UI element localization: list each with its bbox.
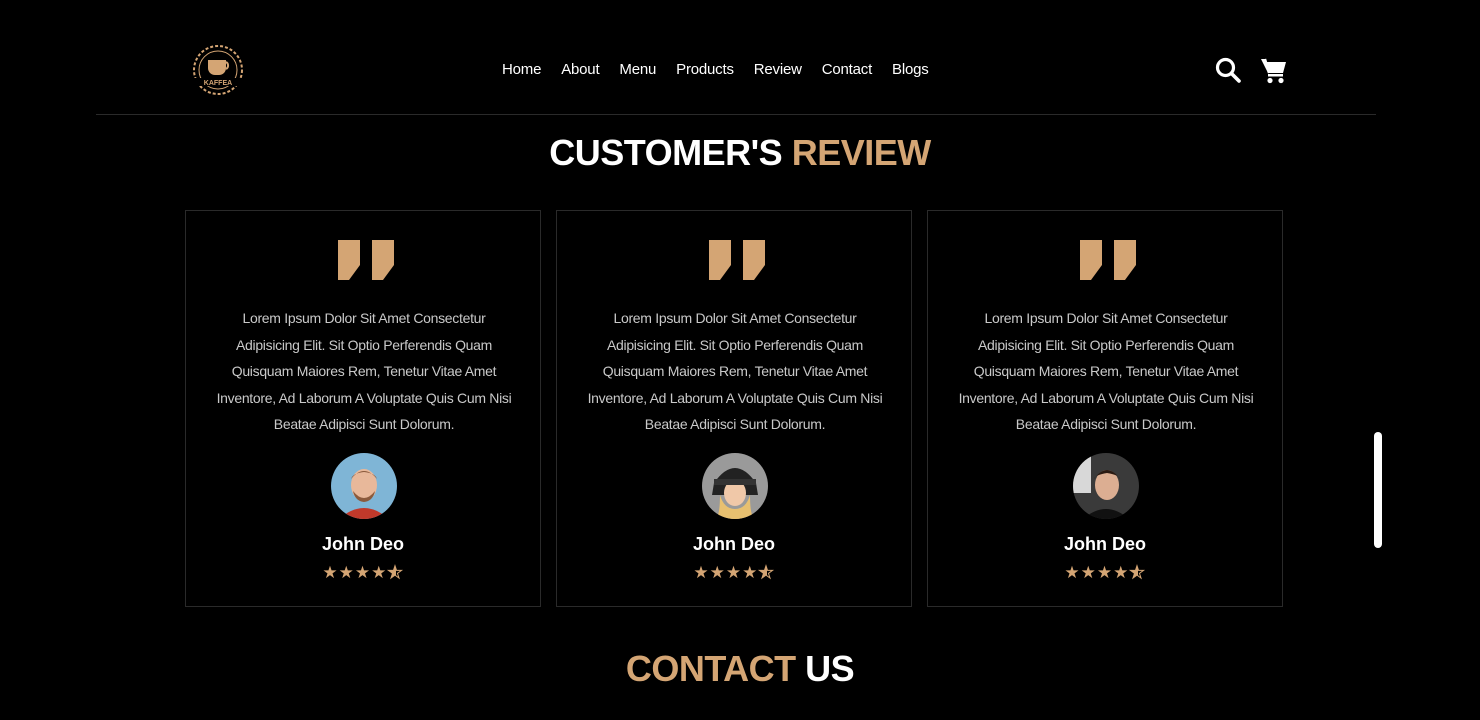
star-rating: ★★★★★★ <box>928 563 1282 583</box>
page: KAFFEA Home About Menu Products Review C… <box>0 0 1480 720</box>
nav-contact[interactable]: Contact <box>822 61 872 78</box>
contact-section-title: CONTACT US <box>0 648 1480 690</box>
star-rating: ★★★★★★ <box>186 563 540 583</box>
avatar <box>331 453 397 519</box>
review-title-part1: CUSTOMER'S <box>549 132 783 173</box>
review-card: Lorem Ipsum Dolor Sit Amet Consectetur A… <box>185 210 541 607</box>
quote-icon <box>338 240 394 280</box>
review-text: Lorem Ipsum Dolor Sit Amet Consectetur A… <box>216 310 512 432</box>
star-icon: ★ <box>1113 563 1130 582</box>
star-icon: ★ <box>709 563 726 582</box>
search-icon[interactable] <box>1214 56 1242 84</box>
cafe-logo[interactable]: KAFFEA <box>186 40 250 98</box>
star-half-icon: ★★ <box>387 563 404 583</box>
reviewer-name: John Deo <box>692 534 775 554</box>
star-icon: ★ <box>725 563 743 582</box>
star-icon: ★ <box>742 563 759 582</box>
nav-blogs[interactable]: Blogs <box>892 61 929 78</box>
star-icon: ★ <box>354 563 372 582</box>
nav-products[interactable]: Products <box>676 61 734 78</box>
star-icon: ★ <box>1096 563 1114 582</box>
quote-icon <box>1080 240 1136 280</box>
quote-icon <box>709 240 765 280</box>
review-card: Lorem Ipsum Dolor Sit Amet Consectetur A… <box>927 210 1283 607</box>
avatar <box>1073 453 1139 519</box>
header-icons <box>1214 56 1288 84</box>
reviewer-name: John Deo <box>1063 534 1146 554</box>
review-text: Lorem Ipsum Dolor Sit Amet Consectetur A… <box>958 310 1254 432</box>
nav-about[interactable]: About <box>561 61 599 78</box>
star-icon: ★ <box>693 563 710 582</box>
header: KAFFEA Home About Menu Products Review C… <box>96 30 1376 115</box>
review-section-title: CUSTOMER'S REVIEW <box>0 132 1480 174</box>
cart-icon[interactable] <box>1260 56 1288 84</box>
scrollbar-thumb[interactable] <box>1374 432 1382 548</box>
star-icon: ★ <box>338 563 355 582</box>
star-rating: ★★★★★★ <box>557 563 911 583</box>
review-text: Lorem Ipsum Dolor Sit Amet Consectetur A… <box>587 310 883 432</box>
nav-menu[interactable]: Menu <box>619 61 656 78</box>
star-icon: ★ <box>371 563 388 582</box>
nav-home[interactable]: Home <box>502 61 541 78</box>
contact-title-part1: CONTACT <box>625 648 796 689</box>
main-nav: Home About Menu Products Review Contact … <box>502 61 929 78</box>
logo-text: KAFFEA <box>204 80 232 87</box>
review-title-part2: REVIEW <box>791 132 932 173</box>
reviewer-name: John Deo <box>321 534 404 554</box>
contact-title-part2: US <box>805 648 855 689</box>
review-cards: Lorem Ipsum Dolor Sit Amet Consectetur A… <box>185 210 1283 607</box>
star-icon: ★ <box>1064 563 1081 582</box>
star-icon: ★ <box>322 563 339 582</box>
star-half-icon: ★★ <box>758 563 775 583</box>
avatar <box>702 453 768 519</box>
nav-review[interactable]: Review <box>754 61 802 78</box>
star-icon: ★ <box>1080 563 1097 582</box>
star-half-icon: ★★ <box>1129 563 1146 583</box>
review-card: Lorem Ipsum Dolor Sit Amet Consectetur A… <box>556 210 912 607</box>
